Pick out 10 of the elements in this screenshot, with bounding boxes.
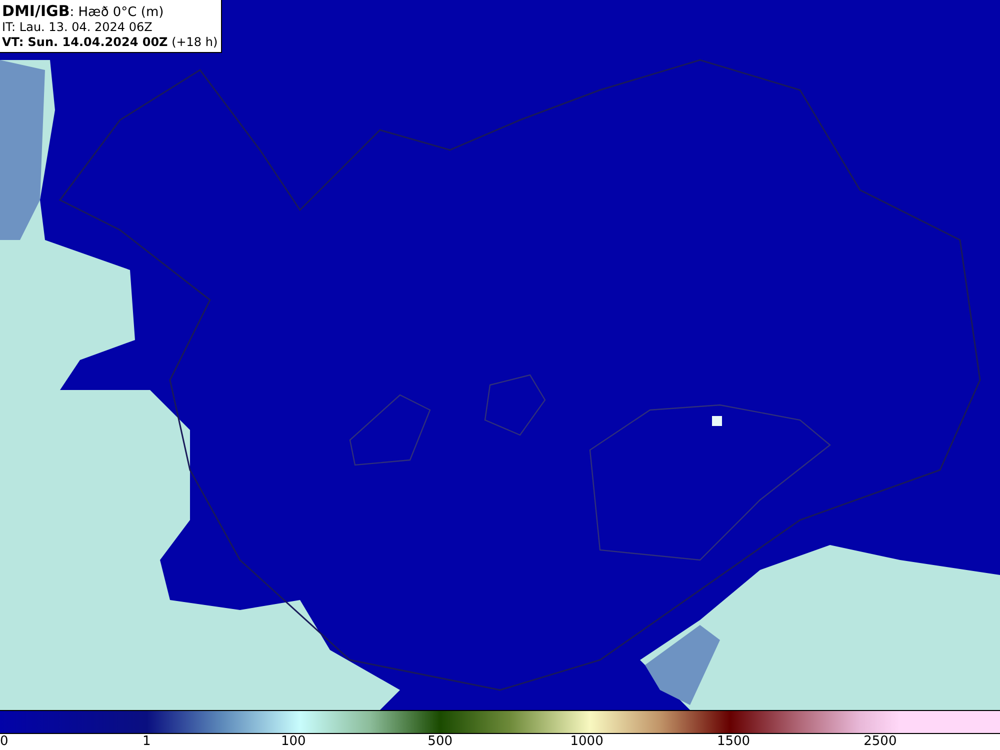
- legend-label: 2500: [864, 735, 897, 749]
- legend-label: 1000: [570, 735, 604, 749]
- info-text: IT: Lau. 13. 04. 2024 06Z: [2, 20, 154, 35]
- legend-label: 1500: [716, 735, 750, 749]
- legend-label: 0: [0, 735, 8, 749]
- legend-label: 500: [428, 735, 452, 749]
- legend-label: 1: [142, 735, 151, 749]
- info-text: DMI/IGB: Hæð 0°C (m): [2, 4, 165, 20]
- info-text: VT: Sun. 14.04.2024 00Z (+18 h): [2, 35, 218, 50]
- legend-label: 100: [280, 735, 306, 749]
